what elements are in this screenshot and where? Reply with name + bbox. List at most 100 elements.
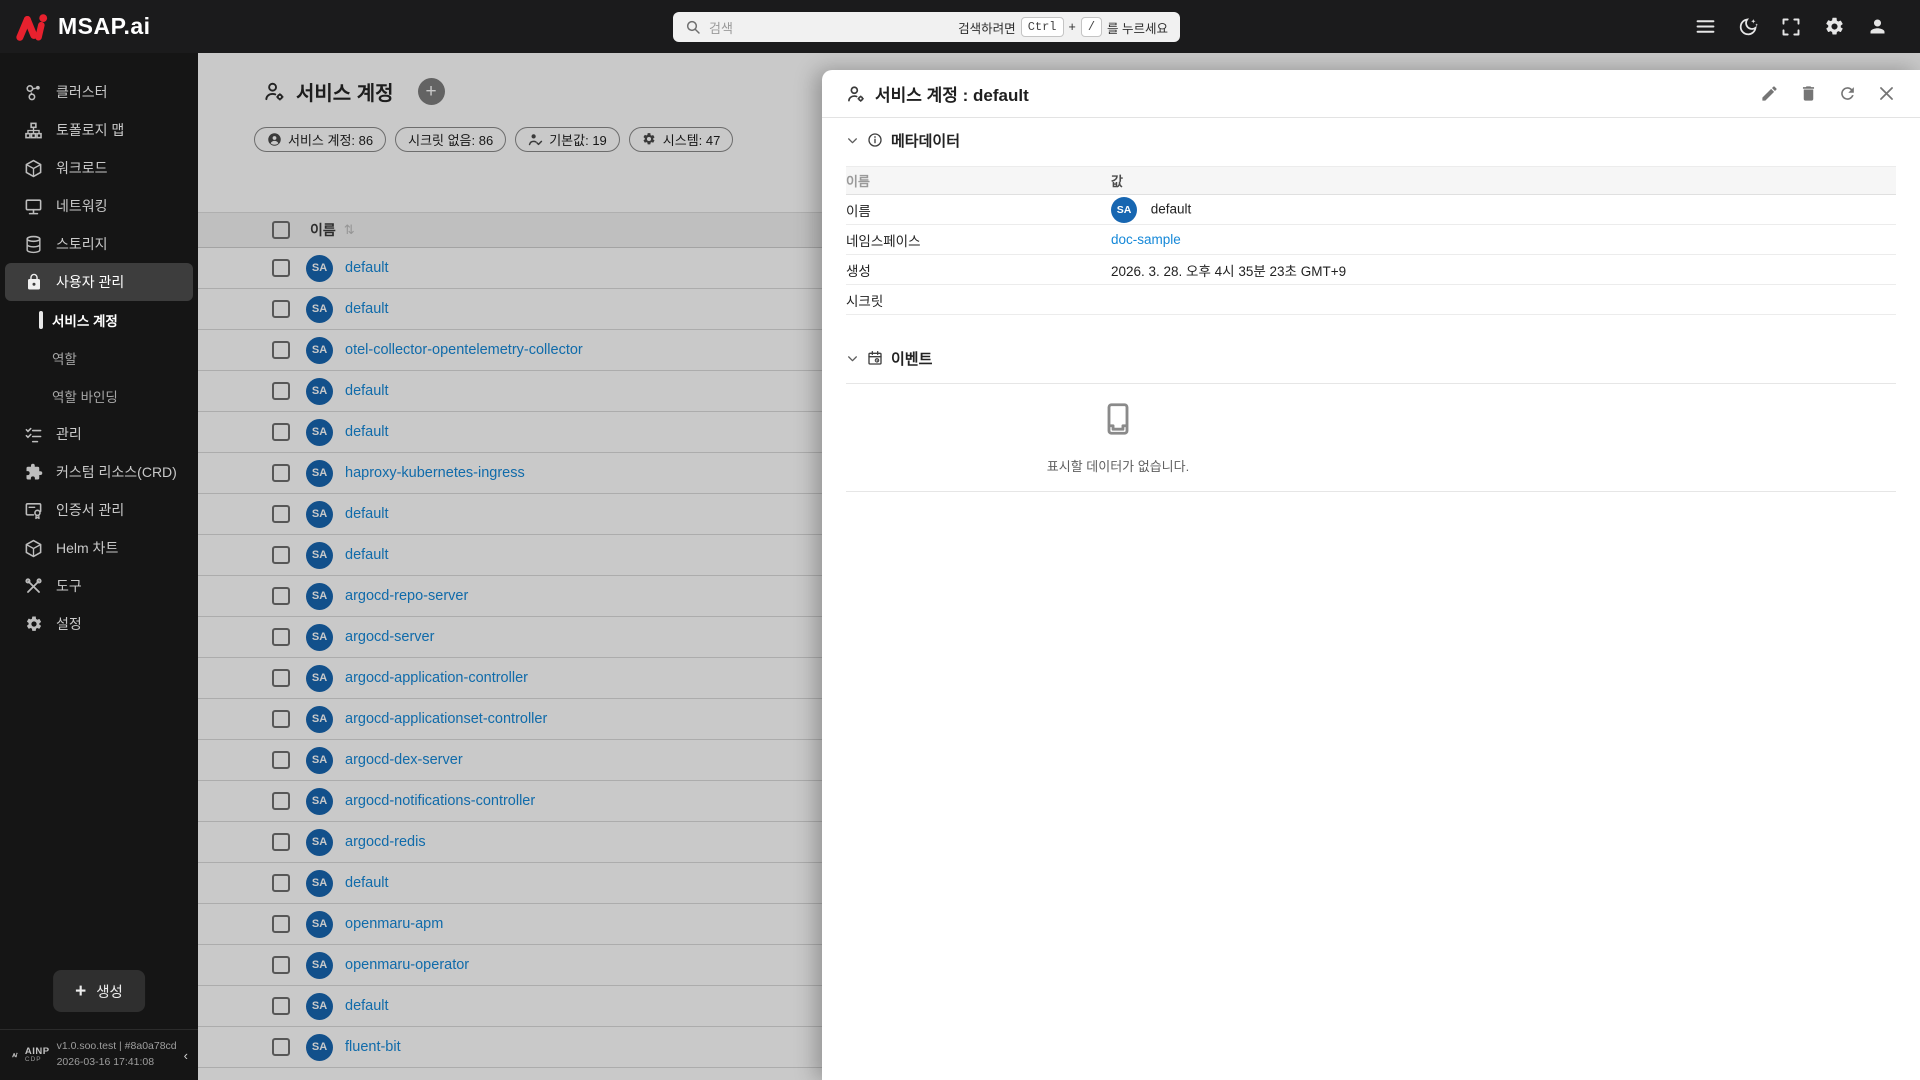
metadata-value: default	[1150, 201, 1192, 217]
topology-icon	[24, 121, 43, 140]
events-section-header: 이벤트	[846, 345, 1896, 371]
search-icon	[686, 20, 700, 34]
sidebar-item-label: 도구	[56, 578, 82, 594]
metadata-table: 이름 값 이름 SA default 네임스페이스 doc-sample 생성 …	[846, 166, 1896, 315]
settings-icon[interactable]	[1823, 16, 1845, 38]
cube-icon	[24, 159, 43, 178]
service-account-icon	[846, 84, 866, 104]
edit-icon[interactable]	[1759, 84, 1779, 104]
drawer-actions	[1759, 84, 1896, 104]
metadata-value	[1111, 285, 1896, 315]
drawer-title: 서비스 계정 : default	[875, 86, 1029, 105]
sidebar-item-helm-charts[interactable]: Helm 차트	[0, 529, 198, 567]
create-button-label: 생성	[96, 984, 123, 1001]
no-data-icon	[1100, 401, 1136, 442]
database-icon	[24, 235, 43, 254]
sidebar-item-custom-resources[interactable]: 커스텀 리소스(CRD)	[0, 453, 198, 491]
metadata-table-header: 이름 값	[846, 166, 1896, 195]
create-button[interactable]: + 생성	[53, 970, 145, 1012]
section-title: 메타데이터	[891, 132, 961, 150]
info-icon	[867, 132, 883, 148]
namespace-link[interactable]: doc-sample	[1111, 232, 1181, 247]
sidebar-item-label: 네트워킹	[56, 198, 108, 214]
hint-plus: +	[1068, 20, 1076, 34]
metadata-label: 이름	[846, 203, 871, 219]
brand-sub: CDP	[24, 1055, 42, 1063]
sidebar-item-label: 설정	[56, 616, 82, 632]
sidebar-item-role-binding[interactable]: 역할 바인딩	[0, 377, 198, 415]
tools-icon	[24, 577, 43, 596]
version-info: v1.0.soo.test | #8a0a78cd 2026-03-16 17:…	[57, 1039, 177, 1071]
sidebar-item-label: 토폴로지 맵	[56, 122, 125, 138]
topbar-actions	[1694, 0, 1888, 53]
sidebar-item-label: 스토리지	[56, 236, 108, 252]
package-icon	[24, 539, 43, 558]
chevron-down-icon[interactable]	[846, 134, 859, 147]
sidebar-item-tools[interactable]: 도구	[0, 567, 198, 605]
sidebar-item-certificates[interactable]: 인증서 관리	[0, 491, 198, 529]
network-icon	[24, 197, 43, 216]
hint-prefix: 검색하려면	[958, 21, 1016, 36]
chevron-down-icon[interactable]	[846, 352, 859, 365]
sidebar-item-label: Helm 차트	[56, 540, 119, 556]
sidebar-item-networking[interactable]: 네트워킹	[0, 187, 198, 225]
metadata-col-name: 이름	[846, 174, 870, 189]
sidebar-item-workload[interactable]: 워크로드	[0, 149, 198, 187]
sidebar-item-service-account[interactable]: 서비스 계정	[0, 301, 198, 339]
account-icon[interactable]	[1866, 16, 1888, 38]
plus-icon: +	[75, 980, 87, 1002]
lock-icon	[24, 273, 43, 292]
metadata-value: 2026. 3. 28. 오후 4시 35분 23초 GMT+9	[1111, 263, 1347, 279]
metadata-row-name: 이름 SA default	[846, 195, 1896, 225]
app-logo[interactable]: MSAP.ai	[0, 13, 151, 41]
empty-state-text: 표시할 데이터가 없습니다.	[1046, 459, 1190, 474]
kbd-slash: /	[1080, 17, 1103, 37]
active-indicator-bar	[39, 311, 43, 329]
search-input[interactable]: 검색 검색하려면 Ctrl + / 를 누르세요	[673, 12, 1180, 42]
sidebar-collapse-icon[interactable]: ‹	[184, 1048, 188, 1063]
divider	[846, 491, 1896, 492]
puzzle-icon	[24, 463, 43, 482]
sidebar-item-label: 관리	[56, 426, 82, 442]
sidebar-item-label: 워크로드	[56, 160, 108, 176]
metadata-label: 생성	[846, 263, 871, 279]
sa-badge: SA	[1111, 196, 1137, 223]
sidebar-subitem-label: 역할	[52, 352, 77, 367]
sidebar-item-label: 커스텀 리소스(CRD)	[56, 464, 177, 480]
metadata-label: 네임스페이스	[846, 233, 921, 249]
top-bar: MSAP.ai 검색 검색하려면 Ctrl + / 를 누르세요	[0, 0, 1920, 53]
drawer-body: 메타데이터 이름 값 이름 SA default 네임스페이스 doc-samp…	[822, 127, 1920, 492]
sidebar-item-user-management[interactable]: 사용자 관리	[5, 263, 193, 301]
sidebar-item-label: 사용자 관리	[56, 274, 125, 290]
gear-icon	[24, 615, 43, 634]
metadata-col-value: 값	[1111, 174, 1123, 189]
delete-icon[interactable]	[1798, 84, 1818, 104]
checklist-icon	[24, 425, 43, 444]
ainp-logo-icon	[12, 1052, 18, 1058]
sidebar-item-settings[interactable]: 설정	[0, 605, 198, 643]
logo-text: MSAP.ai	[58, 13, 151, 39]
sidebar-item-cluster[interactable]: 클러스터	[0, 73, 198, 111]
close-icon[interactable]	[1876, 84, 1896, 104]
sidebar: 클러스터 토폴로지 맵 워크로드 네트워킹 스토리지 사용자 관리 서비스 계정…	[0, 53, 198, 1080]
version-text: v1.0.soo.test | #8a0a78cd	[56, 1040, 177, 1053]
detail-drawer: 서비스 계정 : default 메타데이터 이름 값 이름 SA defaul…	[822, 70, 1920, 1080]
sidebar-item-role[interactable]: 역할	[0, 339, 198, 377]
refresh-icon[interactable]	[1837, 84, 1857, 104]
menu-icon[interactable]	[1694, 16, 1716, 38]
metadata-label: 시크릿	[846, 293, 884, 309]
hint-suffix: 를 누르세요	[1107, 21, 1168, 36]
fullscreen-icon[interactable]	[1780, 16, 1802, 38]
metadata-row-namespace: 네임스페이스 doc-sample	[846, 225, 1896, 255]
sidebar-item-storage[interactable]: 스토리지	[0, 225, 198, 263]
dark-mode-icon[interactable]	[1737, 16, 1759, 38]
sidebar-footer: AINP CDP v1.0.soo.test | #8a0a78cd 2026-…	[0, 1029, 198, 1080]
metadata-row-created: 생성 2026. 3. 28. 오후 4시 35분 23초 GMT+9	[846, 255, 1896, 285]
sidebar-item-topology-map[interactable]: 토폴로지 맵	[0, 111, 198, 149]
msap-logo-icon	[16, 13, 48, 41]
kbd-ctrl: Ctrl	[1020, 17, 1064, 37]
sidebar-item-management[interactable]: 관리	[0, 415, 198, 453]
metadata-section-header: 메타데이터	[846, 127, 1896, 153]
certificate-icon	[24, 501, 43, 520]
search-placeholder: 검색	[709, 20, 733, 36]
